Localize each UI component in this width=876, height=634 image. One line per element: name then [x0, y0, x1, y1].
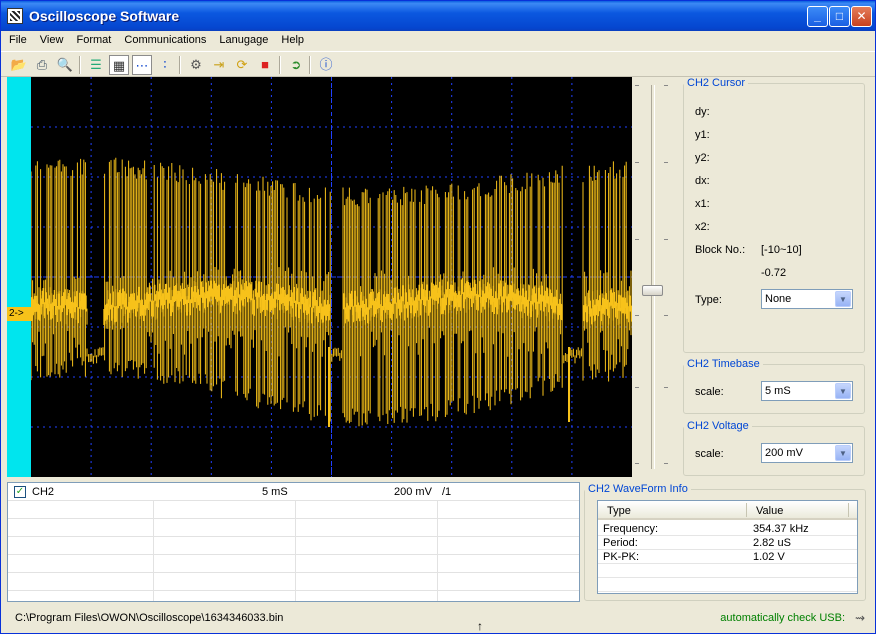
channel-timebase: 5 mS [262, 486, 288, 498]
menu-view[interactable]: View [40, 31, 64, 46]
menu-language[interactable]: Lanugage [219, 31, 268, 46]
block-value: -0.72 [761, 267, 787, 279]
menu-communications[interactable]: Communications [124, 31, 206, 46]
menu-bar: File View Format Communications Lanugage… [1, 31, 875, 50]
menu-file[interactable]: File [9, 31, 27, 46]
block-no-label: Block No.: [695, 244, 746, 256]
toolbar: 📂 ⎙ 🔍 ☰ ▦ ⋯ ∶ ⚙ ⇥ ⟳ ■ ➲ ⓘ [1, 51, 875, 77]
timebase-scale-value: 5 mS [765, 385, 791, 397]
table-row: PK-PK: 1.02 V [598, 550, 857, 564]
voltage-scale-value: 200 mV [765, 447, 803, 459]
open-folder-icon[interactable]: 📂 [9, 55, 29, 75]
oscilloscope-app-icon [7, 8, 23, 24]
value-column-header[interactable]: Value [756, 505, 783, 517]
y1-label: y1: [695, 129, 710, 141]
oscilloscope-display[interactable]: 2-> [7, 77, 632, 477]
position-slider-thumb[interactable] [642, 285, 663, 296]
list-view-icon[interactable]: ☰ [86, 55, 106, 75]
period-value: 2.82 uS [753, 537, 791, 549]
import-icon[interactable]: ⇥ [209, 55, 229, 75]
stop-icon[interactable]: ■ [255, 55, 275, 75]
window-title: Oscilloscope Software [29, 8, 180, 24]
channel-offset-bar[interactable] [7, 77, 31, 477]
status-bar: C:\Program Files\OWON\Oscilloscope\16343… [1, 605, 875, 633]
channel-probe: /1 [442, 486, 452, 498]
settings-gears-icon[interactable]: ⚙ [186, 55, 206, 75]
close-button[interactable]: ✕ [851, 6, 872, 27]
cursor-type-select[interactable]: None ▼ [761, 289, 853, 309]
ch2-checkbox[interactable]: ✓ [14, 486, 26, 498]
print-preview-icon[interactable]: 🔍 [55, 55, 75, 75]
block-range: [-10~10] [761, 244, 802, 256]
type-column-header[interactable]: Type [607, 505, 631, 517]
title-bar[interactable]: Oscilloscope Software _ □ ✕ [1, 1, 875, 31]
help-icon[interactable]: ⓘ [316, 55, 336, 75]
waveform-info-table: Type Value Frequency: 354.37 kHz Period:… [597, 500, 858, 594]
dotted-line-icon[interactable]: ⋯ [132, 55, 152, 75]
voltage-scale-select[interactable]: 200 mV ▼ [761, 443, 853, 463]
menu-format[interactable]: Format [77, 31, 112, 46]
timebase-scale-select[interactable]: 5 mS ▼ [761, 381, 853, 401]
maximize-button[interactable]: □ [829, 6, 850, 27]
table-header: Type Value [598, 501, 857, 520]
pkpk-label: PK-PK: [603, 551, 640, 563]
voltage-scale-label: scale: [695, 448, 724, 460]
channel-voltage: 200 mV [394, 486, 432, 498]
timebase-panel-title: CH2 Timebase [687, 358, 760, 370]
chevron-down-icon[interactable]: ▼ [835, 383, 851, 399]
frequency-label: Frequency: [603, 523, 659, 535]
menu-help[interactable]: Help [281, 31, 304, 46]
timebase-scale-label: scale: [695, 386, 724, 398]
dots-icon[interactable]: ∶ [155, 55, 175, 75]
cursor-type-label: Type: [695, 294, 722, 306]
voltage-panel-title: CH2 Voltage [687, 420, 749, 432]
dx-label: dx: [695, 175, 710, 187]
refresh-icon[interactable]: ⟳ [232, 55, 252, 75]
channel-name: CH2 [32, 486, 55, 498]
chevron-down-icon[interactable]: ▼ [835, 445, 851, 461]
table-row: Period: 2.82 uS [598, 536, 857, 550]
exit-icon[interactable]: ➲ [286, 55, 306, 75]
pkpk-value: 1.02 V [753, 551, 785, 563]
waveform-info-title: CH2 WaveForm Info [588, 483, 688, 495]
grid-icon[interactable]: ▦ [109, 55, 129, 75]
usb-status: automatically check USB: [720, 612, 845, 624]
cursor-panel-title: CH2 Cursor [687, 77, 746, 89]
chevron-down-icon[interactable]: ▼ [835, 291, 851, 307]
app-window: Oscilloscope Software _ □ ✕ File View Fo… [0, 0, 876, 634]
x1-label: x1: [695, 198, 710, 210]
period-label: Period: [603, 537, 638, 549]
file-path: C:\Program Files\OWON\Oscilloscope\16343… [15, 612, 284, 624]
channel-row-ch2[interactable]: ✓ CH2 5 mS 200 mV /1 [8, 483, 579, 501]
usb-icon: ⇝ [854, 611, 865, 625]
dy-label: dy: [695, 106, 710, 118]
print-icon[interactable]: ⎙ [32, 55, 52, 75]
waveform-plot [31, 77, 632, 477]
x2-label: x2: [695, 221, 710, 233]
cursor-panel: CH2 Cursor [683, 77, 865, 353]
y2-label: y2: [695, 152, 710, 164]
cursor-type-value: None [765, 293, 792, 305]
position-slider-track[interactable] [651, 85, 655, 469]
channel-list[interactable]: ✓ CH2 5 mS 200 mV /1 [7, 482, 580, 602]
minimize-button[interactable]: _ [807, 6, 828, 27]
table-row: Frequency: 354.37 kHz [598, 522, 857, 536]
mouse-cursor-icon: ↑ [477, 619, 483, 633]
ch2-level-marker[interactable]: 2-> [7, 307, 33, 321]
frequency-value: 354.37 kHz [753, 523, 809, 535]
